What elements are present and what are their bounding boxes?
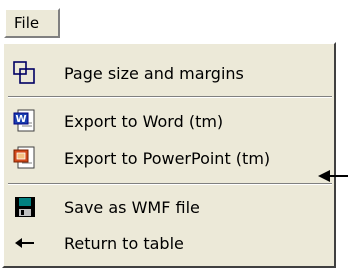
page-size-icon xyxy=(12,60,38,86)
menu-separator xyxy=(8,96,332,98)
menu-item-label: Export to Word (tm) xyxy=(64,111,224,131)
word-icon: W xyxy=(12,108,38,134)
back-arrow-icon xyxy=(12,230,38,256)
menu-item-label: Return to table xyxy=(64,233,184,253)
callout-arrow-icon xyxy=(318,168,348,188)
save-disk-icon xyxy=(12,194,38,220)
file-menu-title[interactable]: File xyxy=(4,8,60,38)
menu-item-export-word[interactable]: W Export to Word (tm) xyxy=(10,104,330,138)
menu-separator xyxy=(8,183,332,185)
file-menu-dropdown: Page size and margins W Export to Word (… xyxy=(2,42,336,268)
menu-item-label: Export to PowerPoint (tm) xyxy=(64,148,271,168)
menu-item-save-wmf[interactable]: Save as WMF file xyxy=(10,190,330,224)
menu-item-label: Page size and margins xyxy=(64,63,244,83)
menu-item-export-powerpoint[interactable]: Export to PowerPoint (tm) xyxy=(10,141,330,175)
svg-text:W: W xyxy=(15,114,26,125)
menu-item-page-size[interactable]: Page size and margins xyxy=(10,56,330,90)
powerpoint-icon xyxy=(12,145,38,171)
menu-item-label: Save as WMF file xyxy=(64,197,200,217)
menu-bar: File xyxy=(0,0,336,42)
menu-item-return-to-table[interactable]: Return to table xyxy=(10,226,330,260)
